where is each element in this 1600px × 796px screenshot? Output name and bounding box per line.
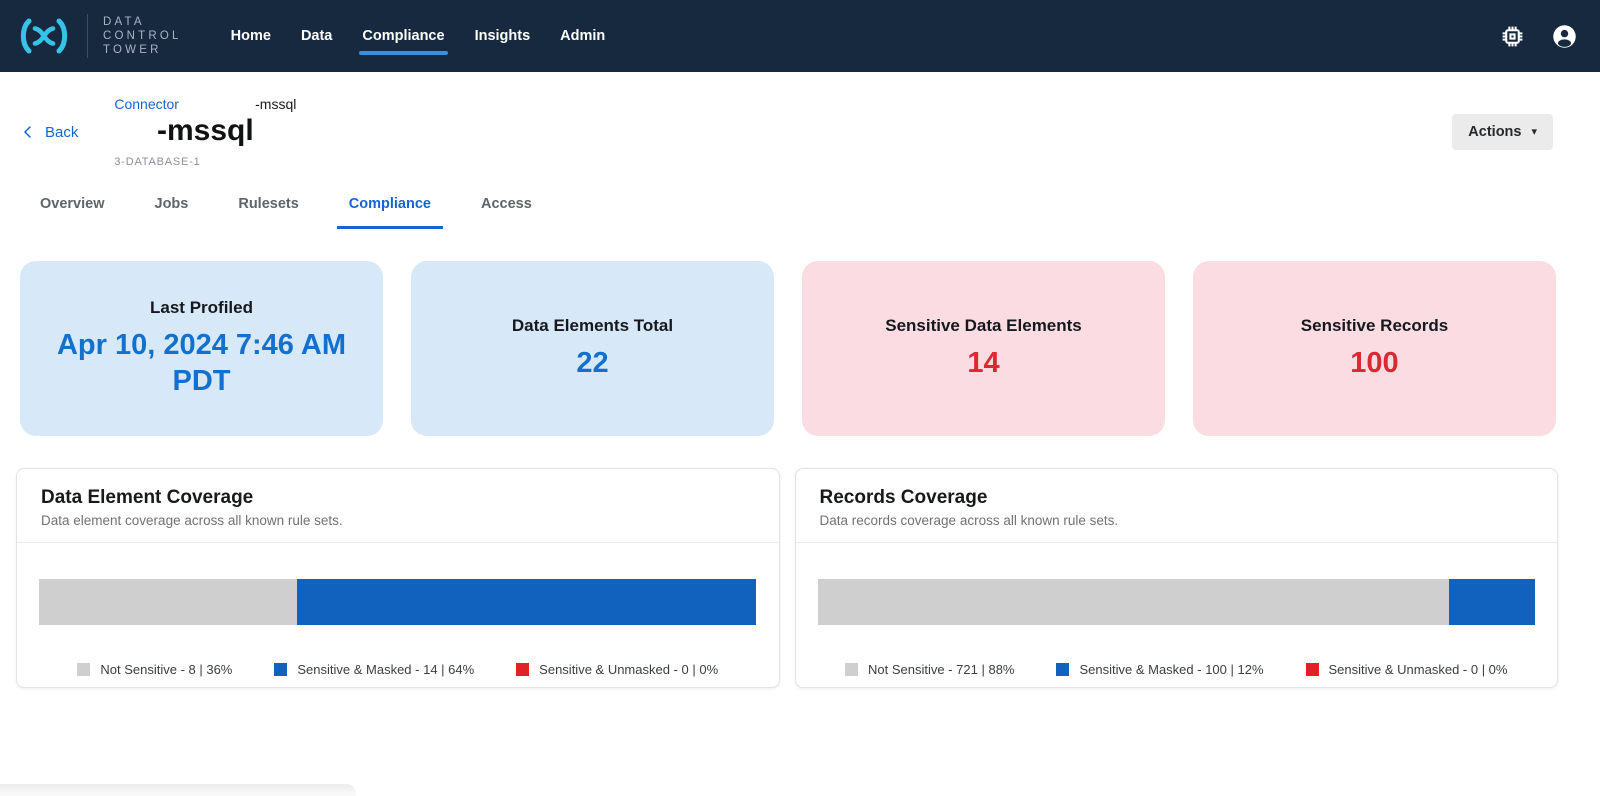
data-element-coverage-panel: Data Element Coverage Data element cover… [16,468,780,688]
account-icon [1551,23,1578,50]
nav-right [1500,23,1578,50]
account-button[interactable] [1551,23,1578,50]
chart-legend: Not Sensitive - 8 | 36% Sensitive & Mask… [17,662,779,677]
legend-swatch-gray [77,663,90,676]
panel-title: Data Element Coverage [41,487,755,509]
stat-value: 22 [576,345,608,381]
stat-label: Last Profiled [150,298,253,318]
stat-value: Apr 10, 2024 7:46 AM PDT [48,327,355,400]
back-label: Back [45,124,78,141]
legend-label: Sensitive & Unmasked - 0 | 0% [539,662,718,677]
breadcrumb-current: -mssql [255,96,296,112]
stat-cards-row: Last Profiled Apr 10, 2024 7:46 AM PDT D… [20,261,1556,436]
brand[interactable]: DATA CONTROL TOWER [16,14,182,58]
panel-divider [17,542,779,543]
entity-info: Connector -mssql -mssql 3-DATABASE-1 [114,96,296,168]
stat-card-data-elements-total: Data Elements Total 22 [411,261,774,436]
actions-button[interactable]: Actions ▾ [1452,114,1553,150]
bar-segment-sensitive-masked [1449,579,1535,625]
bar-segment-not-sensitive [39,579,297,625]
nav-menu: Home Data Compliance Insights Admin [216,0,621,72]
bar-segment-not-sensitive [818,579,1449,625]
stat-value: 100 [1350,345,1398,381]
legend-label: Not Sensitive - 721 | 88% [868,662,1014,677]
panel-subtitle: Data records coverage across all known r… [820,513,1534,528]
legend-label: Sensitive & Unmasked - 0 | 0% [1329,662,1508,677]
brand-line-1: DATA [103,15,182,29]
legend-item-not-sensitive: Not Sensitive - 8 | 36% [77,662,232,677]
back-button[interactable]: Back [20,124,78,141]
dct-logo-icon [16,16,72,56]
brand-divider [87,14,88,58]
stat-value: 14 [967,345,999,381]
panel-subtitle: Data element coverage across all known r… [41,513,755,528]
legend-swatch-red [516,663,529,676]
breadcrumb: Connector -mssql [114,96,296,112]
page-title: -mssql [114,114,296,148]
legend-item-sensitive-masked: Sensitive & Masked - 14 | 64% [274,662,474,677]
breadcrumb-connector-link[interactable]: Connector [114,96,179,112]
tab-access[interactable]: Access [469,190,544,229]
chevron-left-icon [20,124,36,140]
entity-subtitle: 3-DATABASE-1 [114,156,296,168]
bar-segment-sensitive-masked [297,579,756,625]
chip-icon [1500,24,1525,49]
legend-item-sensitive-masked: Sensitive & Masked - 100 | 12% [1056,662,1263,677]
stat-card-last-profiled: Last Profiled Apr 10, 2024 7:46 AM PDT [20,261,383,436]
stat-card-sensitive-records: Sensitive Records 100 [1193,261,1556,436]
coverage-panels-row: Data Element Coverage Data element cover… [16,468,1558,688]
stat-label: Data Elements Total [512,316,673,336]
legend-item-sensitive-unmasked: Sensitive & Unmasked - 0 | 0% [516,662,718,677]
tab-rulesets[interactable]: Rulesets [226,190,310,229]
legend-swatch-blue [274,663,287,676]
tab-compliance[interactable]: Compliance [337,190,443,229]
nav-item-compliance[interactable]: Compliance [347,0,459,72]
legend-swatch-gray [845,663,858,676]
stat-label: Sensitive Records [1301,316,1448,336]
entity-tabs: Overview Jobs Rulesets Compliance Access [28,190,1600,229]
bottom-edge-artifact [0,784,356,796]
brand-wordmark: DATA CONTROL TOWER [103,15,182,57]
chip-settings-button[interactable] [1500,24,1525,49]
legend-swatch-red [1306,663,1319,676]
stacked-coverage-bar [39,579,757,625]
entity-header: Back Connector -mssql -mssql 3-DATABASE-… [0,96,1600,168]
nav-item-home[interactable]: Home [216,0,286,72]
panel-header: Records Coverage Data records coverage a… [796,469,1558,542]
chart-legend: Not Sensitive - 721 | 88% Sensitive & Ma… [796,662,1558,677]
stat-label: Sensitive Data Elements [885,316,1082,336]
nav-item-insights[interactable]: Insights [460,0,546,72]
panel-title: Records Coverage [820,487,1534,509]
legend-swatch-blue [1056,663,1069,676]
nav-item-admin[interactable]: Admin [545,0,620,72]
brand-line-2: CONTROL [103,29,182,43]
caret-down-icon: ▾ [1531,127,1537,138]
legend-item-sensitive-unmasked: Sensitive & Unmasked - 0 | 0% [1306,662,1508,677]
panel-header: Data Element Coverage Data element cover… [17,469,779,542]
panel-divider [796,542,1558,543]
legend-item-not-sensitive: Not Sensitive - 721 | 88% [845,662,1014,677]
legend-label: Sensitive & Masked - 100 | 12% [1079,662,1263,677]
nav-item-data[interactable]: Data [286,0,347,72]
tab-overview[interactable]: Overview [28,190,117,229]
records-coverage-panel: Records Coverage Data records coverage a… [795,468,1559,688]
tab-jobs[interactable]: Jobs [143,190,201,229]
actions-label: Actions [1468,124,1521,140]
brand-line-3: TOWER [103,43,182,57]
stat-card-sensitive-data-elements: Sensitive Data Elements 14 [802,261,1165,436]
stacked-coverage-bar [818,579,1536,625]
top-nav: DATA CONTROL TOWER Home Data Compliance … [0,0,1600,72]
legend-label: Sensitive & Masked - 14 | 64% [297,662,474,677]
legend-label: Not Sensitive - 8 | 36% [100,662,232,677]
